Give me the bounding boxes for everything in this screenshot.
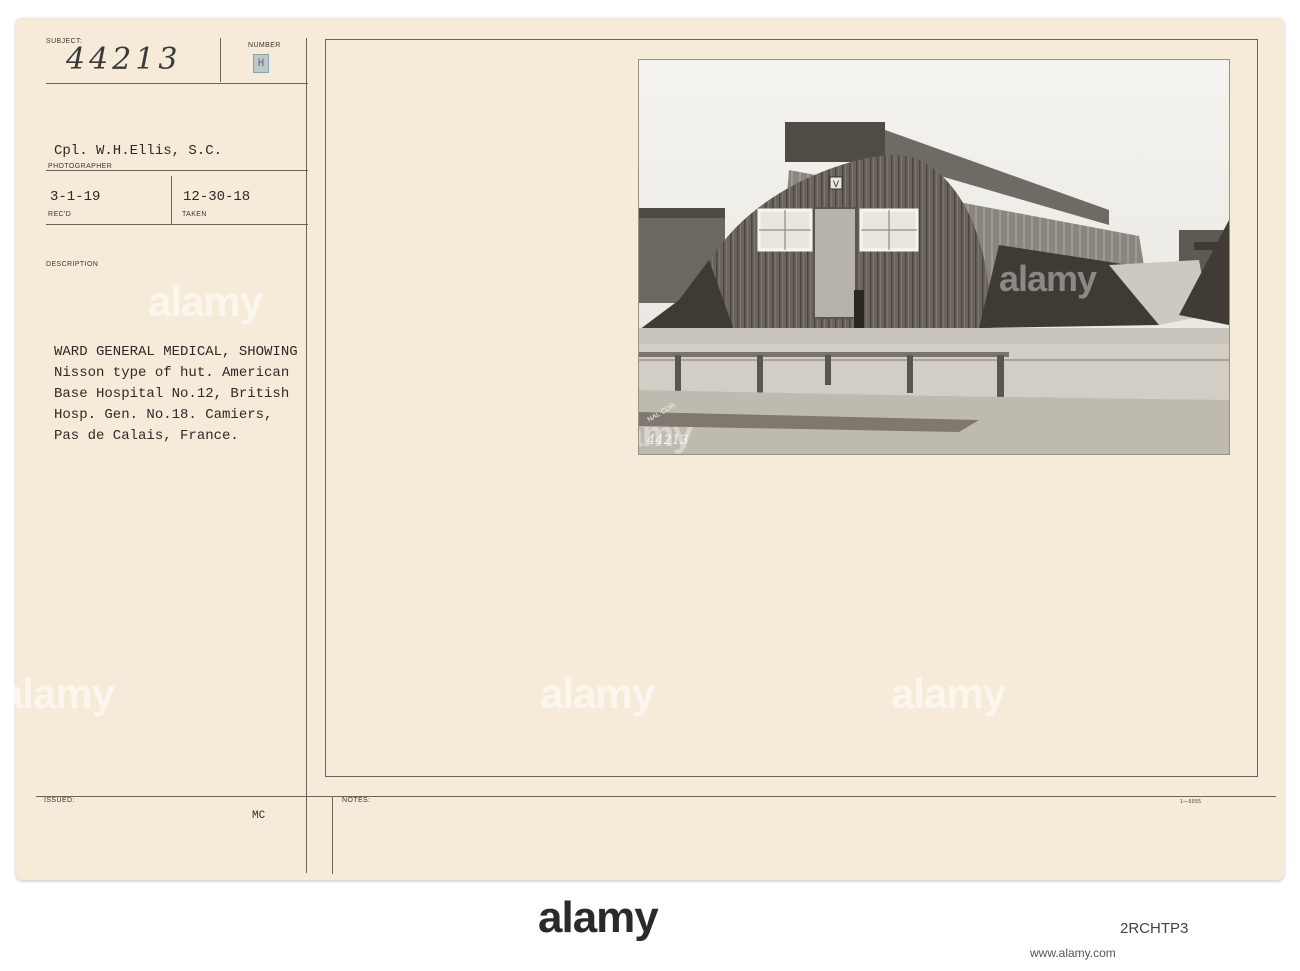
watermark: alamy	[999, 258, 1097, 299]
date-rule	[46, 224, 308, 225]
description-text: WARD GENERAL MEDICAL, SHOWING Nisson typ…	[54, 344, 298, 444]
footer-brand-logo: alamy	[538, 893, 659, 942]
number-stamp: H	[253, 54, 269, 73]
issued-label: ISSUED:	[44, 797, 75, 804]
photographer-label: PHOTOGRAPHER	[48, 163, 113, 170]
watermark: alamy	[639, 413, 693, 454]
column-divider	[306, 38, 307, 873]
taken-label: TAKEN	[182, 211, 207, 218]
watermark: alamy	[891, 670, 1006, 717]
watermark: alamy	[0, 670, 115, 717]
form-number: 1—5055	[1180, 799, 1202, 805]
photographer-name: Cpl. W.H.Ellis, S.C.	[54, 143, 223, 159]
issued-initials: MC	[252, 810, 266, 822]
subject-number: 44213	[66, 42, 182, 77]
received-date: 3-1-19	[50, 189, 101, 205]
footer-rule	[36, 796, 1276, 797]
hut-photograph-image: V 44213 NAL COR	[639, 60, 1229, 454]
subject-divider	[220, 38, 221, 82]
footer-image-id: 2RCHTP3	[1120, 920, 1189, 937]
subject-rule	[46, 83, 308, 84]
date-divider	[171, 176, 172, 224]
footer-tagline: www.alamy.com	[1030, 946, 1116, 960]
received-label: REC'D	[48, 211, 72, 218]
photographer-rule	[46, 170, 308, 171]
watermark: alamy	[540, 670, 655, 717]
notes-label: NOTES:	[342, 797, 371, 804]
notes-divider	[332, 796, 333, 874]
watermark: alamy	[148, 278, 263, 325]
hut-sign-letter: V	[833, 179, 839, 189]
description-label: DESCRIPTION	[46, 261, 99, 268]
hut-photograph: V 44213 NAL COR alamy alamy	[638, 59, 1230, 455]
number-label: NUMBER	[248, 42, 281, 49]
taken-date: 12-30-18	[183, 189, 251, 205]
